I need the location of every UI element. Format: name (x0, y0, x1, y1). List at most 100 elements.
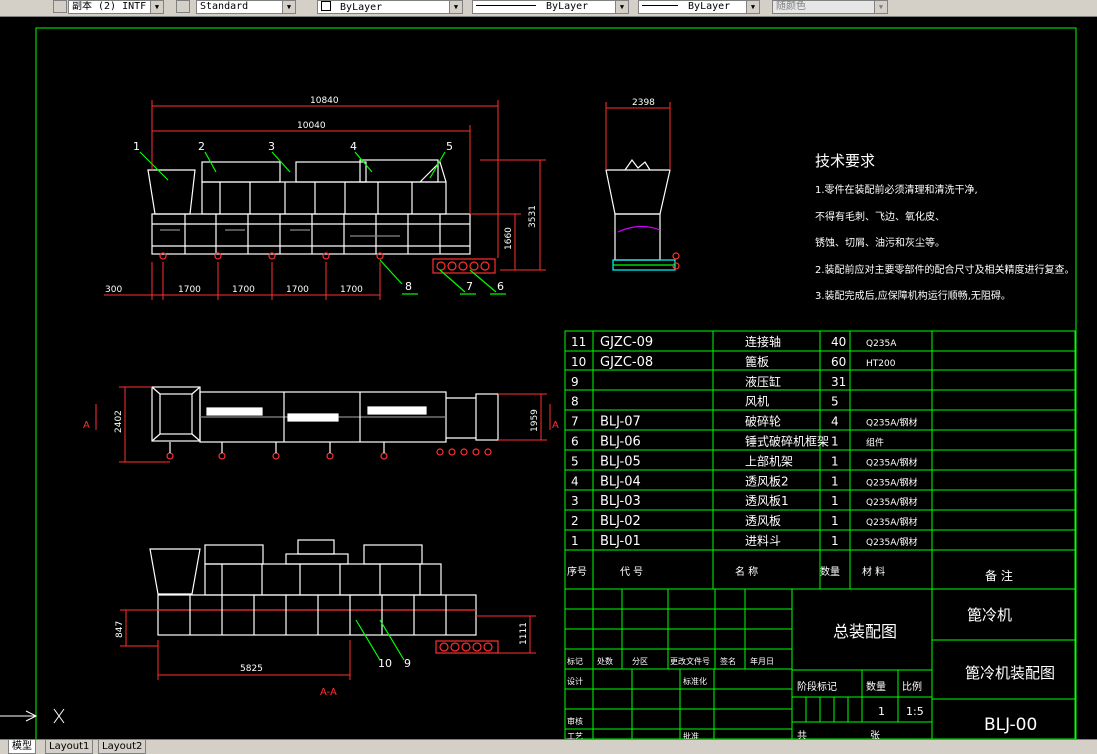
top-view (151, 386, 499, 460)
color-swatch-icon (321, 1, 331, 11)
bom-cell-name: 连接轴 (745, 334, 781, 349)
bom-header-no: 序号 (567, 565, 587, 578)
side-view (605, 158, 680, 271)
dim-10040: 10040 (297, 121, 326, 131)
front-view-dimension-text: 10840 10040 3531 1660 300 1700 1700 1700… (105, 96, 538, 295)
bom-cell-qty: 40 (831, 335, 846, 349)
dim-300: 300 (105, 285, 122, 295)
bom-cell-name: 液压缸 (745, 374, 781, 389)
dim-1111: 1111 (519, 622, 529, 645)
chevron-down-icon[interactable]: ▼ (615, 1, 628, 13)
plot-style-dropdown[interactable]: 随颜色 ▼ (772, 0, 888, 14)
callout-labels: 1 2 3 4 5 6 7 8 9 10 (133, 140, 504, 670)
scale-value: 1:5 (906, 705, 924, 718)
drawing-number: BLJ-00 (984, 715, 1037, 735)
dim-style-icon[interactable] (176, 0, 190, 13)
linetype-value: ByLayer (546, 1, 589, 12)
bom-cell-code: BLJ-05 (600, 454, 641, 469)
lineweight-dropdown[interactable]: ByLayer ▼ (638, 0, 760, 14)
bom-cell-no: 1 (571, 534, 579, 548)
qty-label: 数量 (866, 680, 886, 693)
tech-line-4: 2.装配前应对主要零部件的配合尺寸及相关精度进行复查。 (815, 263, 1075, 276)
bom-cell-name: 风机 (745, 395, 769, 409)
drawing-name: 篦冷机装配图 (965, 664, 1055, 682)
dim-1660: 1660 (504, 227, 514, 250)
bom-cell-mat: Q235A/钢材 (866, 417, 917, 429)
lineweight-value: ByLayer (688, 1, 731, 12)
chevron-down-icon[interactable]: ▼ (746, 1, 759, 13)
bom-cell-no: 8 (571, 395, 579, 409)
chevron-down-icon[interactable]: ▼ (282, 1, 295, 13)
section-mark-right: A (552, 420, 559, 431)
bom-cell-no: 5 (571, 454, 579, 468)
bom-cell-qty: 5 (831, 395, 839, 409)
bom-cell-no: 6 (571, 435, 579, 449)
callout-3: 3 (268, 140, 275, 153)
section-view (149, 539, 499, 661)
zone-label: 分区 (632, 657, 648, 666)
callout-6: 6 (497, 280, 504, 293)
bom-cell-code: BLJ-06 (600, 435, 641, 450)
tab-layout2[interactable]: Layout2 (98, 740, 147, 754)
assembly-title: 总装配图 (833, 622, 897, 641)
bom-cell-no: 2 (571, 514, 579, 528)
section-mark-left: A (83, 420, 90, 431)
qty-value: 1 (878, 705, 885, 718)
stage-label: 阶段标记 (797, 680, 837, 693)
sign-label: 签名 (720, 656, 736, 666)
layer-color-value: ByLayer (340, 2, 383, 13)
bom-cell-name: 上部机架 (745, 453, 793, 468)
bom-cell-no: 9 (571, 375, 579, 389)
bom-cell-code: GJZC-09 (600, 335, 653, 350)
dim-style-dropdown[interactable]: Standard ▼ (196, 0, 296, 14)
bom-cell-name: 透风板1 (745, 494, 789, 508)
tech-line-1: 1.零件在装配前必须清理和清洗干净, (815, 183, 978, 196)
bom-cell-qty: 1 (831, 494, 839, 508)
tab-layout1[interactable]: Layout1 (45, 740, 94, 754)
tab-model[interactable]: 模型 (8, 740, 36, 754)
machine-name: 篦冷机 (967, 606, 1012, 624)
front-view (139, 151, 506, 295)
count-label: 处数 (597, 656, 613, 666)
bom-cell-name: 篦板 (745, 354, 769, 369)
bom-header-name: 名 称 (735, 565, 758, 578)
dim-1700-b: 1700 (232, 285, 255, 295)
callout-1: 1 (133, 140, 140, 153)
bom-header-code: 代 号 (620, 566, 643, 578)
craft-label: 工艺 (567, 732, 583, 739)
bom-cell-mat: Q235A/钢材 (866, 516, 917, 528)
tech-line-3: 锈蚀、切屑、油污和灰尘等。 (815, 236, 945, 249)
technical-requirements: 技术要求 1.零件在装配前必须清理和清洗干净, 不得有毛刺、飞边、氧化皮、 锈蚀… (815, 152, 1075, 302)
bom-header-note: 备 注 (985, 568, 1013, 583)
bom-cell-qty: 31 (831, 375, 846, 389)
text-style-icon[interactable] (53, 0, 67, 13)
properties-toolbar: 副本 (2) INTF ▼ Standard ▼ ByLayer ▼ ByLay… (0, 0, 1097, 17)
tech-line-5: 3.装配完成后,应保障机构运行顺畅,无阻碍。 (815, 289, 1011, 302)
bom-cell-mat: Q235A/钢材 (866, 456, 917, 468)
sheet-label: 张 (870, 730, 880, 739)
bom-header-mat: 材 料 (862, 565, 885, 578)
date-label: 年月日 (750, 656, 774, 666)
chevron-down-icon[interactable]: ▼ (449, 1, 462, 13)
dim-1700-c: 1700 (286, 285, 309, 295)
review-label: 审核 (567, 716, 583, 726)
bom-cell-mat: Q235A/钢材 (866, 496, 917, 508)
bom-cell-name: 透风板2 (745, 474, 789, 488)
drawing-canvas[interactable]: 10840 10040 3531 1660 300 1700 1700 1700… (0, 16, 1097, 739)
layout-tabs: 模型 Layout1 Layout2 (0, 739, 1097, 754)
layer-color-dropdown[interactable]: ByLayer ▼ (317, 0, 463, 14)
title-block-text: 总装配图 篦冷机 篦冷机装配图 BLJ-00 阶段标记 数量 比例 1 1:5 … (567, 606, 1055, 739)
tech-line-2: 不得有毛刺、飞边、氧化皮、 (815, 210, 945, 223)
linetype-dropdown[interactable]: ByLayer ▼ (472, 0, 629, 14)
bom-cell-no: 11 (571, 335, 586, 349)
text-style-dropdown[interactable]: 副本 (2) INTF ▼ (68, 0, 164, 14)
bom-cell-name: 透风板 (745, 514, 781, 528)
chevron-down-icon[interactable]: ▼ (150, 1, 163, 13)
bom-cell-code: BLJ-02 (600, 514, 641, 529)
side-view-dimensions (605, 102, 671, 170)
dim-style-value: Standard (200, 1, 249, 12)
chevron-down-icon[interactable]: ▼ (874, 1, 887, 13)
bom-cell-qty: 1 (831, 474, 839, 488)
bom-cell-qty: 1 (831, 514, 839, 528)
bom-cell-name: 锤式破碎机框架 (745, 434, 829, 449)
